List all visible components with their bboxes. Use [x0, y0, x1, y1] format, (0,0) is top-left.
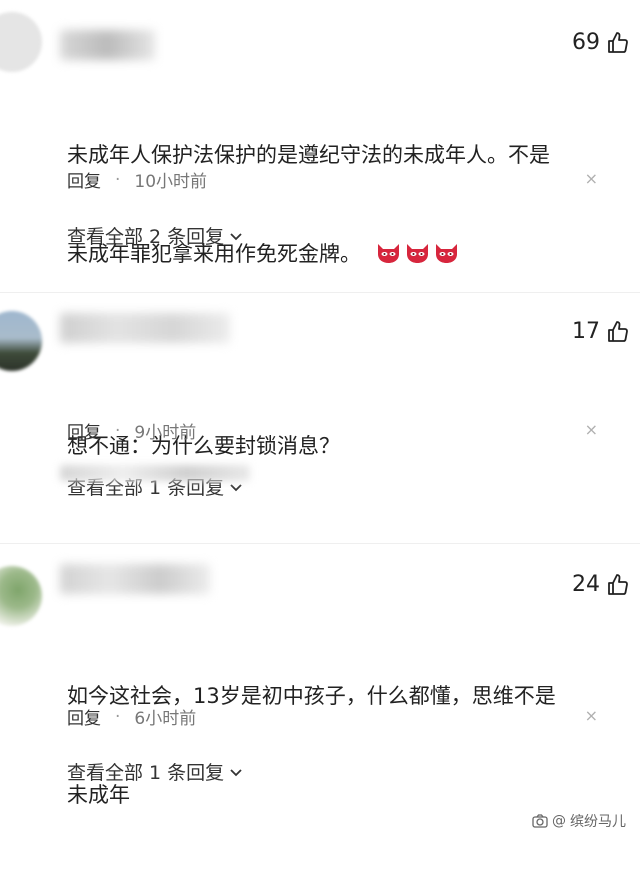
- thumbs-up-icon: [608, 31, 628, 53]
- username-blurred[interactable]: [60, 30, 155, 60]
- meta-separator: ·: [115, 706, 121, 727]
- timestamp: 10小时前: [134, 172, 208, 192]
- close-icon[interactable]: ×: [585, 420, 598, 439]
- watermark-text: 缤纷马儿: [570, 814, 626, 830]
- view-all-label: 查看全部 2 条回复: [67, 226, 225, 248]
- watermark: @ 缤纷马儿: [532, 811, 626, 831]
- close-icon[interactable]: ×: [585, 706, 598, 725]
- avatar[interactable]: [0, 311, 42, 371]
- close-icon[interactable]: ×: [585, 169, 598, 188]
- comment-text: 如今这社会，13岁是初中孩子，什么都懂，思维不是 未成年: [67, 614, 610, 878]
- devil-face-emoji-icon: [436, 244, 457, 263]
- comment-meta: 回复 · 9小时前: [67, 418, 197, 444]
- username-blurred[interactable]: [60, 564, 210, 594]
- meta-separator: ·: [115, 420, 121, 441]
- reply-button[interactable]: 回复: [67, 418, 101, 443]
- chevron-down-icon: [230, 768, 242, 776]
- thumbs-up-icon: [608, 573, 628, 595]
- comment-meta: 回复 · 6小时前: [67, 704, 197, 730]
- like-count: 69: [572, 30, 600, 55]
- thumbs-up-icon: [608, 320, 628, 342]
- avatar[interactable]: [0, 566, 42, 626]
- timestamp: 6小时前: [134, 709, 197, 729]
- like-count: 17: [572, 319, 600, 344]
- avatar[interactable]: [0, 12, 42, 72]
- timestamp: 9小时前: [134, 423, 197, 443]
- comment-item: 24 如今这社会，13岁是初中孩子，什么都懂，思维不是 未成年 回复 · 6小时…: [0, 544, 640, 807]
- devil-face-emoji-icon: [407, 244, 428, 263]
- comment-meta: 回复 · 10小时前: [67, 167, 208, 193]
- meta-separator: ·: [115, 169, 121, 190]
- view-all-label: 查看全部 1 条回复: [67, 762, 225, 784]
- comment-item: 69 未成年人保护法保护的是遵纪守法的未成年人。不是 未成年罪犯拿来用作免死金牌…: [0, 0, 640, 290]
- comment-text: 想不通：为什么要封锁消息？: [67, 364, 610, 529]
- camera-icon: [532, 814, 548, 828]
- blur-overlay: [60, 465, 250, 481]
- view-all-replies-button[interactable]: 查看全部 1 条回复: [67, 758, 244, 785]
- devil-face-emoji-icon: [378, 244, 399, 263]
- view-all-replies-button[interactable]: 查看全部 2 条回复: [67, 222, 244, 249]
- like-button[interactable]: 24: [572, 572, 630, 597]
- like-count: 24: [572, 572, 600, 597]
- like-button[interactable]: 69: [572, 30, 630, 55]
- like-button[interactable]: 17: [572, 319, 630, 344]
- chevron-down-icon: [230, 232, 242, 240]
- reply-button[interactable]: 回复: [67, 704, 101, 729]
- comment-item: 17 想不通：为什么要封锁消息？ 回复 · 9小时前 × 查看全部 1 条回复: [0, 293, 640, 543]
- watermark-at: @: [552, 813, 566, 829]
- username-blurred[interactable]: [60, 313, 230, 343]
- reply-button[interactable]: 回复: [67, 167, 101, 192]
